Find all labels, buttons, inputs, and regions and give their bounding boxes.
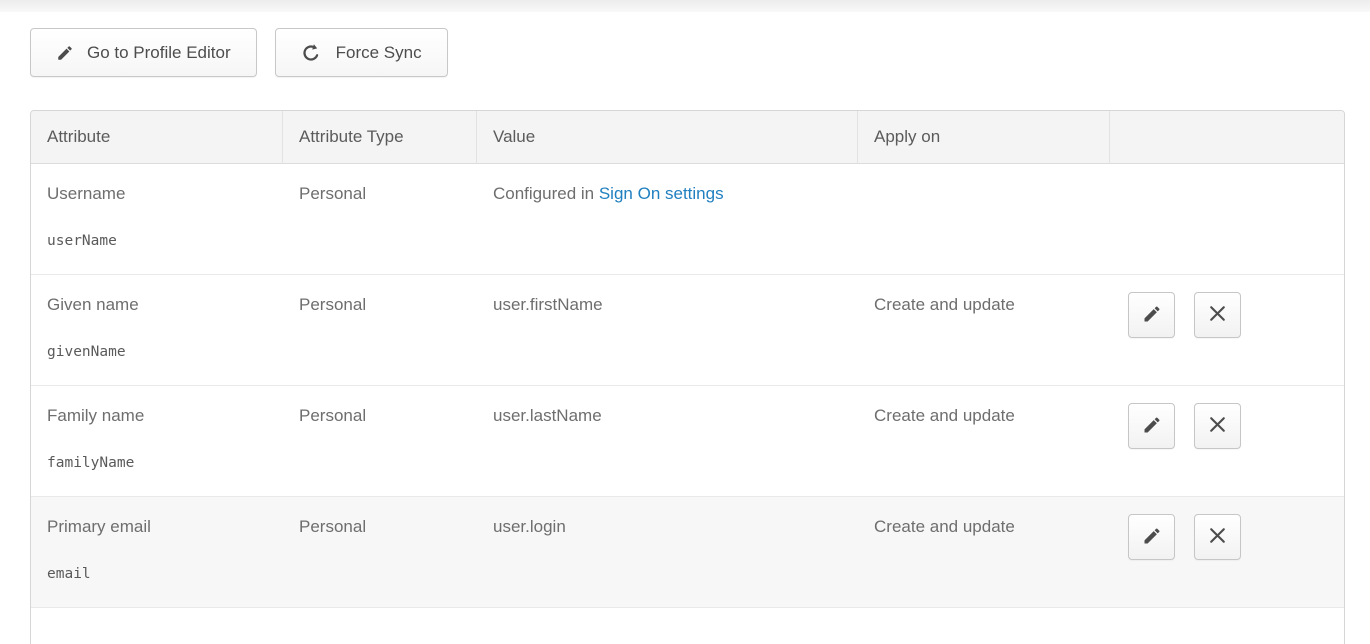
remove-attribute-button[interactable] [1194, 403, 1241, 449]
go-to-profile-editor-button[interactable]: Go to Profile Editor [30, 28, 257, 77]
column-header-actions [1110, 111, 1344, 164]
table-row-primary-email: Primary email email Personal user.login … [31, 497, 1344, 608]
attribute-type: Personal [299, 295, 366, 314]
apply-on-cell: Create and update [858, 497, 1110, 608]
attribute-mappings-table: Attribute Attribute Type Value Apply on … [30, 110, 1345, 644]
table-row-given-name: Given name givenName Personal user.first… [31, 275, 1344, 386]
top-band [0, 0, 1370, 12]
table-row-family-name: Family name familyName Personal user.las… [31, 386, 1344, 497]
value-text: user.login [493, 517, 566, 536]
attribute-variable-name: email [47, 566, 267, 582]
apply-on-cell: Create and update [858, 275, 1110, 386]
attribute-type: Personal [299, 184, 366, 203]
column-header-apply-on: Apply on [858, 111, 1110, 164]
remove-attribute-button[interactable] [1194, 514, 1241, 560]
edit-attribute-button[interactable] [1128, 403, 1175, 449]
pencil-icon [1142, 304, 1162, 327]
force-sync-button[interactable]: Force Sync [275, 28, 448, 77]
refresh-icon [301, 42, 323, 64]
table-row-username: Username userName Personal Configured in… [31, 164, 1344, 275]
apply-on-cell: Create and update [858, 386, 1110, 497]
attribute-type: Personal [299, 406, 366, 425]
sign-on-settings-link[interactable]: Sign On settings [599, 184, 724, 203]
attribute-label: Given name [47, 295, 267, 315]
attribute-type: Personal [299, 517, 366, 536]
close-icon [1207, 414, 1228, 438]
column-header-value: Value [477, 111, 858, 164]
apply-on-cell [858, 164, 1110, 275]
edit-attribute-button[interactable] [1128, 292, 1175, 338]
toolbar: Go to Profile Editor Force Sync [30, 28, 1370, 77]
remove-attribute-button[interactable] [1194, 292, 1241, 338]
table-header: Attribute Attribute Type Value Apply on [31, 111, 1344, 164]
pencil-icon [1142, 526, 1162, 549]
value-text: Configured in [493, 184, 599, 203]
pencil-icon [56, 44, 74, 62]
attribute-label: Family name [47, 406, 267, 426]
table-row-partial [31, 608, 1344, 644]
column-header-attribute: Attribute [31, 111, 283, 164]
attribute-label: Primary email [47, 517, 267, 537]
attribute-variable-name: userName [47, 233, 267, 249]
attribute-label: Username [47, 184, 267, 204]
close-icon [1207, 525, 1228, 549]
attribute-variable-name: givenName [47, 344, 267, 360]
attribute-variable-name: familyName [47, 455, 267, 471]
value-text: user.firstName [493, 295, 603, 314]
value-text: user.lastName [493, 406, 602, 425]
force-sync-label: Force Sync [336, 43, 422, 63]
column-header-attribute-type: Attribute Type [283, 111, 477, 164]
close-icon [1207, 303, 1228, 327]
go-to-profile-editor-label: Go to Profile Editor [87, 43, 231, 63]
pencil-icon [1142, 415, 1162, 438]
edit-attribute-button[interactable] [1128, 514, 1175, 560]
